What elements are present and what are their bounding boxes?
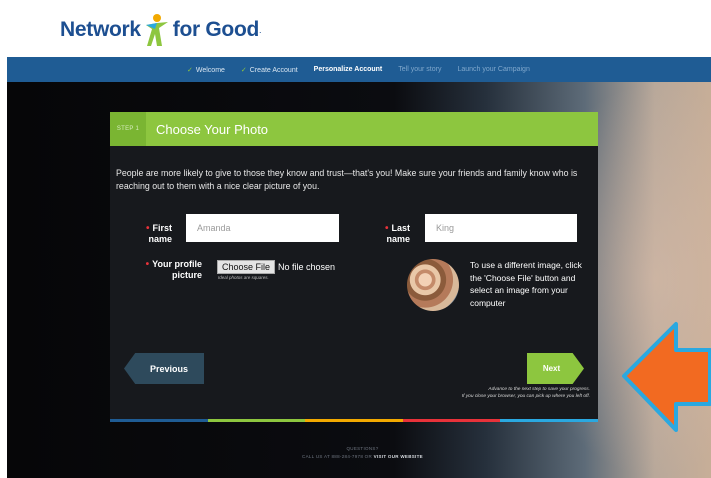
step-badge: STEP 1 bbox=[110, 112, 146, 146]
check-icon: ✓ bbox=[187, 66, 193, 74]
first-name-label: • First name bbox=[138, 223, 172, 245]
required-asterisk-icon: • bbox=[384, 223, 389, 234]
stripe-segment bbox=[500, 419, 598, 422]
previous-button[interactable]: Previous bbox=[124, 353, 204, 384]
last-name-label: • Last name bbox=[376, 223, 410, 245]
stripe-segment bbox=[305, 419, 403, 422]
color-stripe bbox=[110, 419, 598, 422]
footer-questions: QUESTIONS? bbox=[346, 446, 379, 451]
profile-picture-label-line2: picture bbox=[171, 270, 202, 280]
profile-picture-label: • Your profile picture bbox=[130, 259, 202, 281]
nav-step-label: Welcome bbox=[195, 66, 225, 74]
nav-step-label: Personalize Account bbox=[313, 66, 383, 73]
advance-note: Advance to the next step to save your pr… bbox=[462, 386, 590, 400]
nav-step-create-account[interactable]: ✓ Create Account bbox=[233, 66, 306, 74]
required-asterisk-icon: • bbox=[145, 259, 150, 270]
advance-note-line1: Advance to the next step to save your pr… bbox=[488, 387, 590, 392]
site-header: Network for Good . bbox=[0, 0, 711, 57]
avatar-instructions: To use a different image, click the 'Cho… bbox=[470, 260, 582, 308]
panel-header: STEP 1 Choose Your Photo bbox=[110, 112, 598, 146]
file-status: No file chosen bbox=[278, 262, 336, 272]
first-name-label-line2: name bbox=[148, 234, 172, 244]
previous-button-label: Previous bbox=[149, 363, 189, 374]
network-for-good-logo[interactable]: Network for Good . bbox=[60, 12, 262, 48]
intro-text: People are more likely to give to those … bbox=[116, 168, 578, 191]
nav-step-tell-your-story[interactable]: Tell your story bbox=[390, 66, 449, 73]
visit-website-link[interactable]: VISIT OUR WEBSITE bbox=[374, 454, 423, 459]
check-icon: ✓ bbox=[240, 66, 247, 74]
annotation-arrow-icon bbox=[622, 322, 711, 432]
profile-avatar bbox=[407, 259, 459, 311]
required-asterisk-icon: • bbox=[145, 223, 150, 234]
footer-call: CALL US AT 888-284-7978 OR bbox=[302, 454, 373, 459]
choose-file-button[interactable]: Choose File bbox=[217, 260, 276, 274]
first-name-label-line1: First bbox=[152, 223, 172, 233]
nav-step-welcome[interactable]: ✓ Welcome bbox=[179, 66, 233, 74]
logo-figure-icon bbox=[145, 14, 168, 46]
stripe-segment bbox=[110, 419, 208, 422]
panel-title: Choose Your Photo bbox=[156, 121, 269, 137]
advance-note-line2: If you close your browser, you can pick … bbox=[461, 394, 590, 399]
photo-hint: Ideal photos are squares. bbox=[218, 275, 269, 280]
progress-steps: ✓ Welcome ✓ Create Account Personalize Accou… bbox=[179, 57, 538, 82]
profile-picture-file-input: Choose File No file chosen bbox=[217, 260, 335, 274]
nav-step-personalize-account[interactable]: Personalize Account bbox=[306, 66, 391, 73]
last-name-label-line2: name bbox=[386, 234, 410, 244]
progress-nav: ✓ Welcome ✓ Create Account Personalize Accou… bbox=[7, 57, 711, 82]
logo-mark: . bbox=[259, 25, 262, 35]
logo-text-left: Network bbox=[60, 18, 141, 41]
last-name-input[interactable]: King bbox=[425, 214, 577, 242]
nav-step-label: Create Account bbox=[249, 66, 298, 74]
nav-step-launch-your-campaign[interactable]: Launch your Campaign bbox=[449, 66, 537, 73]
nav-step-label: Tell your story bbox=[398, 66, 442, 73]
next-button-label: Next bbox=[542, 364, 561, 373]
nav-step-label: Launch your Campaign bbox=[457, 66, 530, 73]
first-name-input[interactable]: Amanda bbox=[186, 214, 339, 242]
page: Network for Good . ✓ Welcome ✓ Create Accou… bbox=[0, 0, 711, 478]
photo-form-panel: STEP 1 Choose Your Photo People are more… bbox=[110, 112, 598, 420]
stripe-segment bbox=[402, 419, 501, 422]
last-name-label-line1: Last bbox=[391, 223, 410, 233]
logo-text-right: for Good bbox=[172, 18, 260, 41]
next-button[interactable]: Next bbox=[527, 353, 584, 384]
stripe-segment bbox=[207, 419, 306, 422]
profile-picture-label-line1: Your profile bbox=[152, 259, 202, 269]
footer: QUESTIONS? CALL US AT 888-284-7978 OR VI… bbox=[250, 445, 475, 461]
